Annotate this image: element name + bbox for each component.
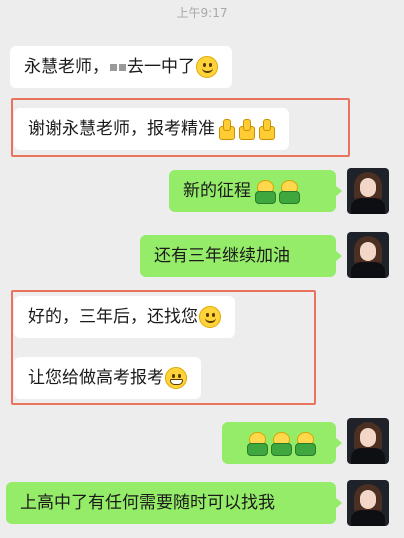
thumbs-up-icon	[217, 119, 235, 140]
message-bubble[interactable]: 永慧老师， 去一中了	[10, 46, 232, 88]
bao-emoji-icon	[270, 431, 292, 456]
smile-emoji-icon	[199, 306, 221, 328]
message-bubble[interactable]	[222, 422, 342, 464]
message-text: 上高中了有任何需要随时可以找我	[20, 493, 275, 513]
smile-emoji-icon	[196, 56, 218, 78]
message-text: 新的征程	[183, 181, 251, 201]
message-bubble[interactable]: 上高中了有任何需要随时可以找我	[6, 482, 342, 524]
message-text: 去一中了	[127, 57, 195, 77]
message-text: 好的，三年后，还找您	[28, 307, 198, 327]
message-text: 永慧老师，	[24, 57, 109, 77]
message-text: 让您给做高考报考	[28, 368, 164, 388]
bao-emoji-icon	[246, 431, 268, 456]
avatar[interactable]	[347, 168, 389, 214]
message-bubble[interactable]: 让您给做高考报考	[14, 357, 201, 399]
message-text: 还有三年继续加油	[154, 246, 290, 266]
message-bubble[interactable]: 谢谢永慧老师，报考精准	[14, 108, 289, 150]
message-bubble[interactable]: 新的征程	[169, 170, 342, 212]
avatar[interactable]	[347, 232, 389, 278]
grin-emoji-icon	[165, 367, 187, 389]
message-bubble[interactable]: 好的，三年后，还找您	[14, 296, 235, 338]
redaction-mask	[119, 63, 126, 71]
thumbs-up-icon	[237, 119, 255, 140]
avatar[interactable]	[347, 480, 389, 526]
message-timestamp: 上午9:17	[176, 6, 228, 20]
bao-emoji-icon	[278, 179, 300, 204]
bao-emoji-icon	[254, 179, 276, 204]
message-text: 谢谢永慧老师，报考精准	[28, 119, 215, 139]
avatar[interactable]	[347, 418, 389, 464]
redaction-mask	[110, 63, 117, 71]
thumbs-up-icon	[257, 119, 275, 140]
bao-emoji-icon	[294, 431, 316, 456]
message-bubble[interactable]: 还有三年继续加油	[140, 235, 342, 277]
